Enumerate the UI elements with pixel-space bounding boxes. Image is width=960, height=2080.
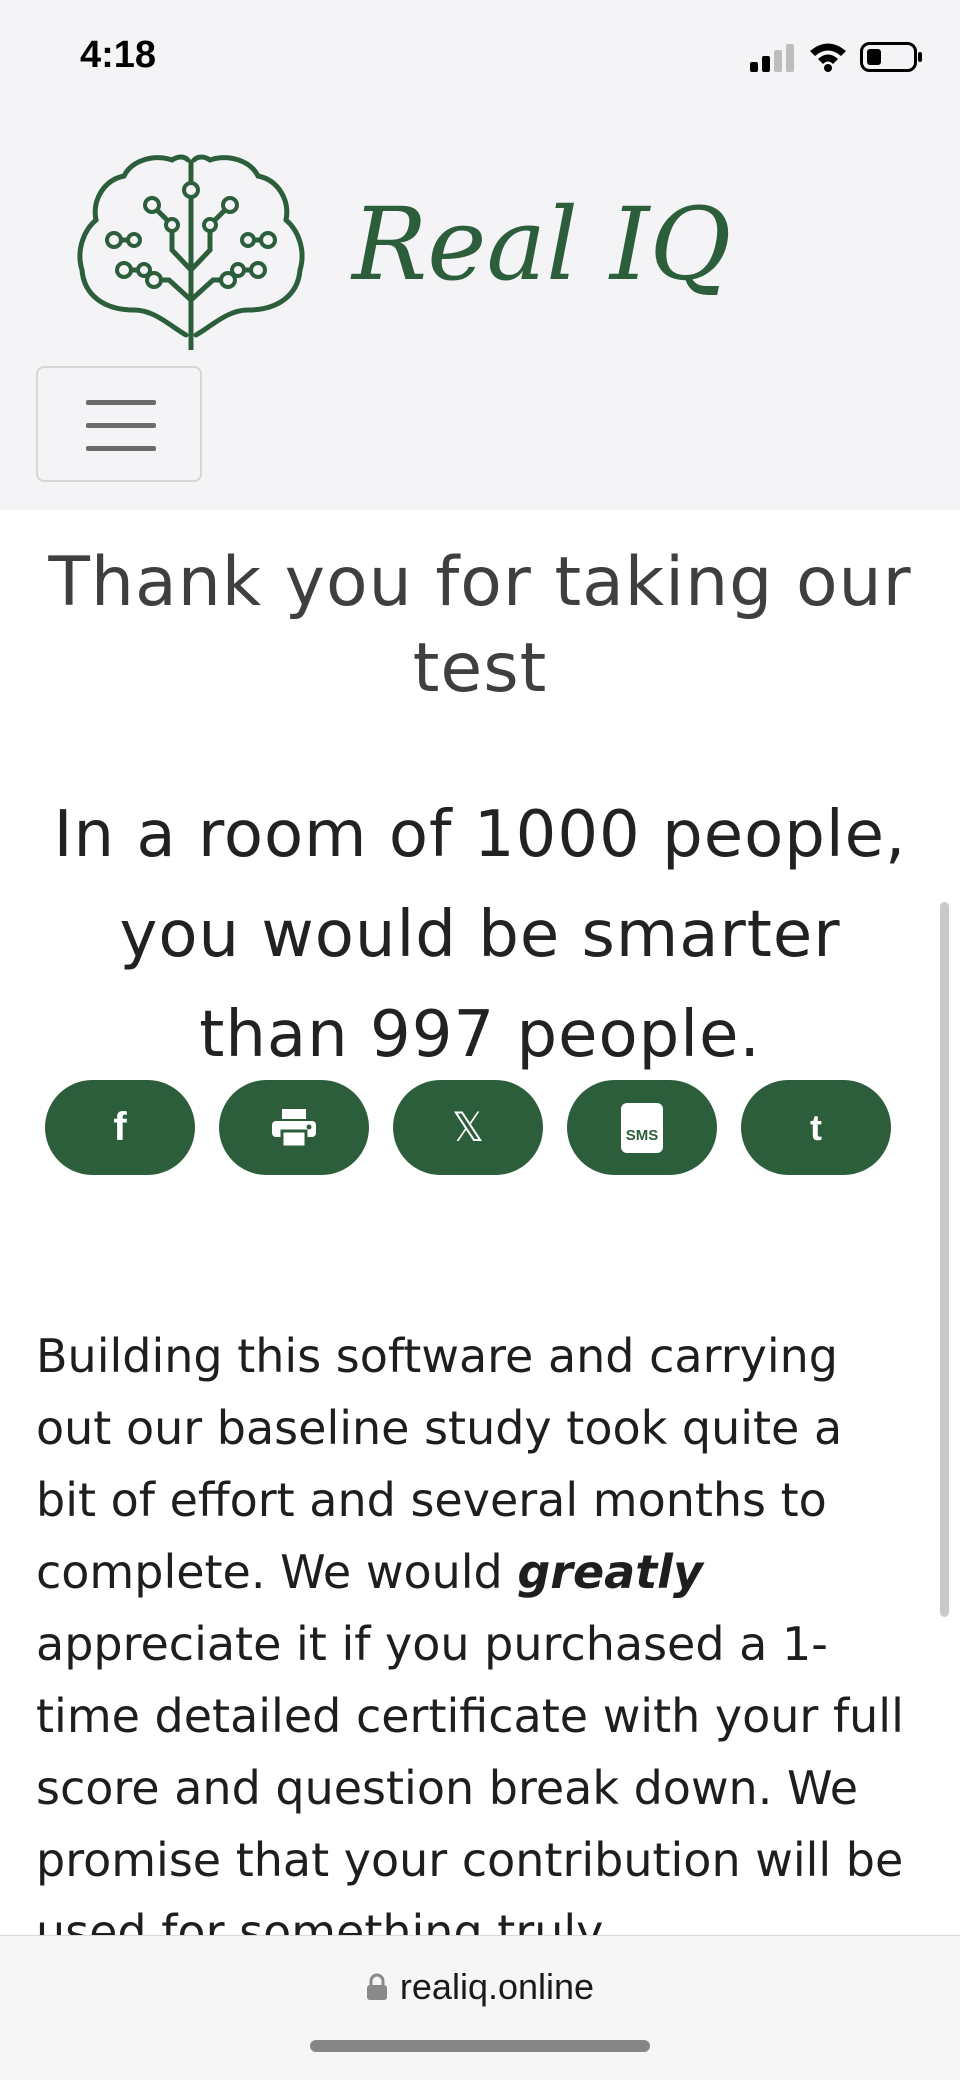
x-share-button[interactable]: 𝕏 xyxy=(393,1080,543,1175)
wifi-icon xyxy=(810,43,846,72)
page-scrollbar[interactable] xyxy=(940,902,949,1617)
result-line: than 997 people. xyxy=(199,998,761,1072)
menu-toggle-button[interactable] xyxy=(36,366,202,482)
logo-text[interactable]: Real IQ xyxy=(352,186,731,303)
printer-icon xyxy=(272,1108,316,1147)
result-text: In a room of 1000 people, you would be s… xyxy=(20,785,940,1085)
result-line: you would be smarter xyxy=(119,898,841,972)
x-icon: 𝕏 xyxy=(451,1104,485,1151)
url-text[interactable]: realiq.online xyxy=(400,1966,594,2008)
status-bar: 4:18 xyxy=(0,0,960,110)
battery-icon xyxy=(860,42,922,72)
paragraph-emphasis: greatly xyxy=(517,1545,703,1599)
sms-share-button[interactable]: SMS xyxy=(567,1080,717,1175)
brain-logo-icon[interactable] xyxy=(74,150,310,350)
tumblr-share-button[interactable]: t xyxy=(741,1080,891,1175)
facebook-share-button[interactable]: f xyxy=(45,1080,195,1175)
page-title: Thank you for taking our test xyxy=(48,543,912,708)
site-header: Real IQ xyxy=(0,110,960,510)
paragraph-text: appreciate it if you purchased a 1-time … xyxy=(36,1617,904,1959)
facebook-icon: f xyxy=(113,1105,127,1149)
sms-icon: SMS xyxy=(620,1102,664,1153)
tumblr-icon: t xyxy=(810,1106,822,1148)
print-button[interactable] xyxy=(219,1080,369,1175)
browser-address-bar[interactable]: realiq.online xyxy=(0,1935,960,2080)
paragraph-text: Building this software and carrying out … xyxy=(36,1329,843,1599)
appeal-paragraph: Building this software and carrying out … xyxy=(36,1320,916,1968)
share-buttons: f 𝕏 SMS t xyxy=(45,1080,915,1175)
lock-icon xyxy=(366,1973,387,2000)
home-indicator[interactable] xyxy=(310,2040,650,2052)
status-time: 4:18 xyxy=(80,34,157,76)
result-line: In a room of 1000 people, xyxy=(53,798,907,872)
cellular-signal-icon xyxy=(750,44,794,72)
